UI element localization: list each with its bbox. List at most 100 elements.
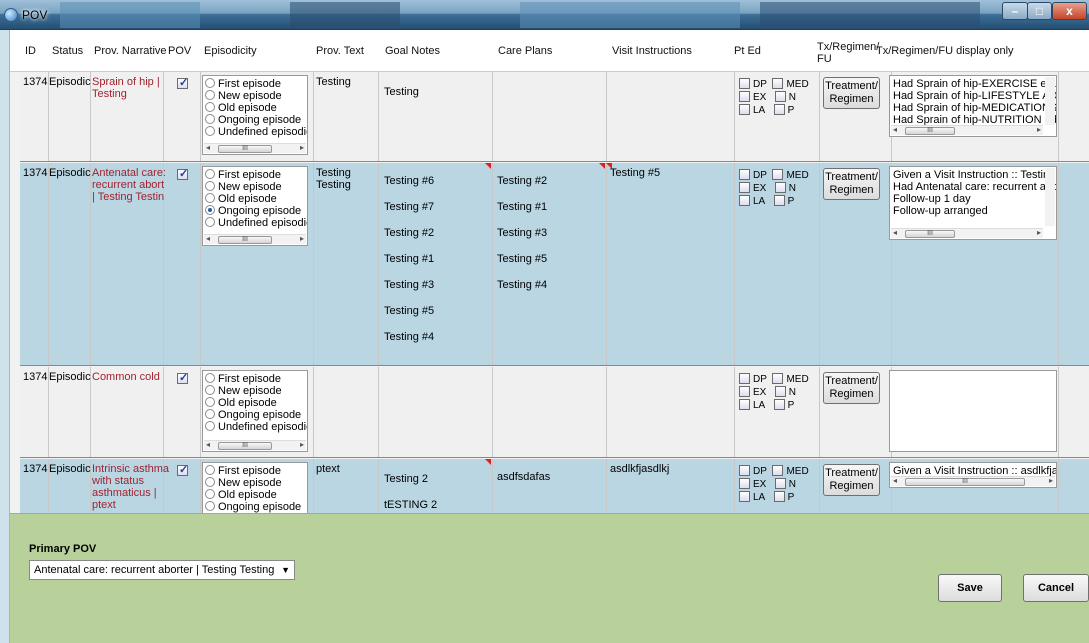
episode-option[interactable]: First episode [205,169,281,181]
pt-ed-la-checkbox[interactable] [739,104,750,115]
vertical-scrollbar[interactable] [1045,168,1055,226]
radio-button[interactable] [205,169,215,179]
episode-option[interactable]: New episode [205,181,282,193]
horizontal-scrollbar[interactable]: ◂ III ▸ [204,234,306,244]
episodicity-list[interactable]: First episode New episode Old episode On… [202,462,308,513]
episode-option[interactable]: Undefined episodic [205,421,307,433]
pov-checkbox[interactable] [177,76,188,89]
pt-ed-dp-checkbox[interactable] [739,78,750,89]
vertical-scrollbar[interactable] [1045,77,1055,125]
care-plan[interactable]: Testing #2 [497,175,547,187]
save-button[interactable]: Save [938,574,1002,602]
row-narrative[interactable]: with status [92,475,144,487]
radio-button[interactable] [205,102,215,112]
goal-note[interactable]: Testing #7 [384,201,434,213]
horizontal-scrollbar[interactable]: ◂ III ▸ [891,228,1043,238]
radio-button[interactable] [205,465,215,475]
horizontal-scrollbar[interactable]: ◂ III ▸ [891,476,1055,486]
row-narrative[interactable]: Common cold [92,371,160,383]
chevron-down-icon[interactable]: ▼ [281,561,290,579]
pov-checkbox[interactable] [177,463,188,476]
treatment-regimen-button[interactable]: Treatment/Regimen [823,77,880,109]
episodicity-list[interactable]: First episode New episode Old episode On… [202,75,308,155]
radio-button[interactable] [205,181,215,191]
pt-ed-p-checkbox[interactable] [773,399,785,410]
treatment-regimen-button[interactable]: Treatment/Regimen [823,372,880,404]
episode-option[interactable]: First episode [205,78,281,90]
care-plan[interactable]: Testing #5 [497,253,547,265]
row-narrative[interactable]: Intrinsic asthma [92,463,169,475]
table-row[interactable]: 1374 Episodic Intrinsic asthma with stat… [20,459,1089,513]
tx-display-list[interactable]: Had Sprain of hip-EXERCISE educ Had Spra… [889,75,1057,137]
pt-ed-n-checkbox[interactable] [774,478,786,489]
row-narrative[interactable]: Sprain of hip | [92,76,160,88]
radio-button[interactable] [205,114,215,124]
row-narrative[interactable]: recurrent abort [92,179,164,191]
maximize-button[interactable]: □ [1027,2,1052,20]
episodicity-list[interactable]: First episode New episode Old episode On… [202,370,308,452]
visit-instruction[interactable]: Testing #5 [610,167,660,179]
prov-text[interactable]: Testing [316,167,351,179]
radio-button[interactable] [205,217,215,227]
episode-option[interactable]: Undefined episodic [205,217,307,229]
cancel-button[interactable]: Cancel [1023,574,1089,602]
row-narrative[interactable]: ptext [92,499,116,511]
prov-text[interactable]: Testing [316,76,351,88]
radio-button[interactable] [205,409,215,419]
table-row[interactable]: 1374 Episodic Antenatal care: recurrent … [20,163,1089,366]
horizontal-scrollbar[interactable]: ◂ III ▸ [891,125,1043,135]
col-header-goal-notes[interactable]: Goal Notes [385,45,440,57]
episode-option[interactable]: Ongoing episode [205,501,301,513]
pt-ed-n-checkbox[interactable] [774,91,786,102]
goal-note[interactable]: tESTING 2 [384,499,437,511]
tx-display-list[interactable]: Given a Visit Instruction :: Testing Had… [889,166,1057,240]
pt-ed-dp-checkbox[interactable] [739,465,750,476]
horizontal-scrollbar[interactable]: ◂ III ▸ [204,143,306,153]
episode-option[interactable]: First episode [205,465,281,477]
pt-ed-ex-checkbox[interactable] [739,91,750,102]
pt-ed-med-checkbox[interactable] [772,465,784,476]
radio-button[interactable] [205,126,215,136]
radio-button[interactable] [205,193,215,203]
goal-note[interactable]: Testing #4 [384,331,434,343]
pt-ed-dp-checkbox[interactable] [739,373,750,384]
episode-option[interactable]: Ongoing episode [205,114,301,126]
col-header-visit-instructions[interactable]: Visit Instructions [612,45,692,57]
care-plan[interactable]: Testing #1 [497,201,547,213]
care-plan[interactable]: asdfsdafas [497,471,550,483]
col-header-care-plans[interactable]: Care Plans [498,45,552,57]
pt-ed-la-checkbox[interactable] [739,195,750,206]
row-narrative[interactable]: asthmaticus | [92,487,157,499]
pt-ed-la-checkbox[interactable] [739,399,750,410]
goal-note[interactable]: Testing #5 [384,305,434,317]
radio-button[interactable] [205,477,215,487]
treatment-regimen-button[interactable]: Treatment/Regimen [823,168,880,200]
episode-option[interactable]: New episode [205,90,282,102]
pt-ed-med-checkbox[interactable] [772,78,784,89]
col-header-prov-text[interactable]: Prov. Text [316,45,364,57]
episode-option-selected[interactable]: Ongoing episode [205,205,301,217]
episode-option[interactable]: Ongoing episode [205,409,301,421]
goal-note[interactable]: Testing [384,86,419,98]
pt-ed-med-checkbox[interactable] [772,373,784,384]
row-narrative[interactable]: Testing [92,88,127,100]
col-header-id[interactable]: ID [25,45,36,57]
goal-note[interactable]: Testing #1 [384,253,434,265]
pt-ed-la-checkbox[interactable] [739,491,750,502]
episode-option[interactable]: First episode [205,373,281,385]
care-plan[interactable]: Testing #3 [497,227,547,239]
radio-button[interactable] [205,385,215,395]
pt-ed-p-checkbox[interactable] [773,491,785,502]
goal-note[interactable]: Testing #2 [384,227,434,239]
pov-checkbox[interactable] [177,371,188,384]
table-row[interactable]: 1374 Episodic Common cold First episode … [20,367,1089,458]
episodicity-list[interactable]: First episode New episode Old episode On… [202,166,308,246]
pt-ed-p-checkbox[interactable] [773,195,785,206]
episode-option[interactable]: Old episode [205,193,277,205]
goal-note[interactable]: Testing 2 [384,473,428,485]
radio-button[interactable] [205,501,215,511]
episode-option[interactable]: Old episode [205,397,277,409]
col-header-status[interactable]: Status [52,45,83,57]
pt-ed-ex-checkbox[interactable] [739,386,750,397]
pt-ed-ex-checkbox[interactable] [739,478,750,489]
